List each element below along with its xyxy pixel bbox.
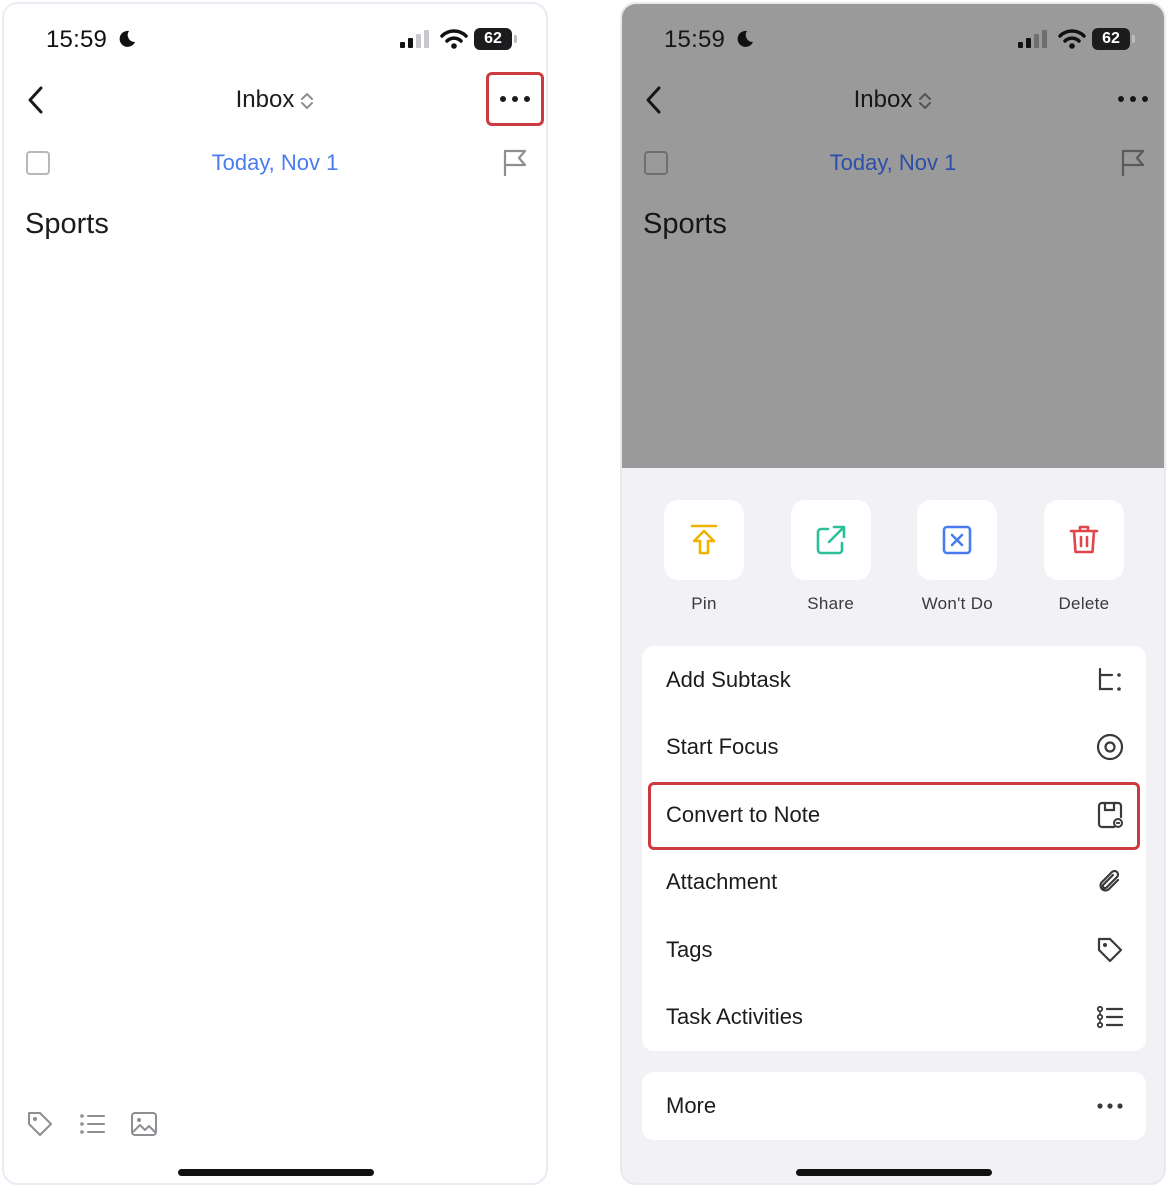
flag-icon[interactable]: [502, 148, 530, 178]
chevron-up-down-icon: [301, 92, 314, 109]
ellipsis-icon: [1118, 96, 1148, 102]
chevron-up-down-icon: [919, 92, 932, 109]
menu-item-attachment[interactable]: Attachment: [642, 849, 1146, 917]
wont-do-action[interactable]: Won't Do: [897, 500, 1017, 614]
wont-do-label: Won't Do: [921, 594, 994, 613]
list-selector[interactable]: Inbox: [4, 86, 546, 114]
menu-item-convert-to-note[interactable]: Convert to Note: [642, 781, 1146, 849]
menu-item-start-focus[interactable]: Start Focus: [642, 714, 1146, 782]
nav-title: Inbox: [853, 86, 913, 113]
more-options-button[interactable]: [486, 72, 544, 126]
delete-action[interactable]: Delete: [1024, 500, 1144, 614]
menu-item-label: Start Focus: [666, 734, 779, 760]
options-bottom-sheet: Pin Share Won't Do Delete Add Subtask St…: [622, 468, 1164, 1183]
subtask-icon: [1098, 667, 1121, 691]
menu-item-label: Task Activities: [666, 1004, 803, 1030]
wifi-icon: [1058, 29, 1086, 49]
menu-item-label: Tags: [666, 936, 713, 962]
note-icon: [1097, 801, 1123, 828]
cellular-signal-icon: [400, 30, 429, 48]
paperclip-icon: [1099, 870, 1120, 892]
status-time: 15:59: [664, 26, 726, 53]
battery-indicator: 62: [474, 28, 517, 50]
flag-icon: [1121, 149, 1145, 176]
menu-item-label: Attachment: [666, 869, 778, 895]
menu-item-task-activities[interactable]: Task Activities: [642, 984, 1146, 1052]
share-action-tile[interactable]: [790, 500, 871, 580]
share-action[interactable]: Share: [771, 500, 891, 614]
moon-icon: [119, 30, 135, 47]
share-icon: [816, 525, 845, 555]
nav-title: Inbox: [235, 86, 295, 113]
wont-do-action-tile[interactable]: [917, 500, 998, 580]
cellular-signal-icon: [1018, 30, 1047, 48]
task-title: Sports: [643, 208, 727, 240]
menu-item-label: Add Subtask: [666, 666, 791, 692]
editor-toolbar: [26, 1110, 158, 1138]
activity-list-icon: [1096, 1006, 1124, 1029]
checklist-icon[interactable]: [78, 1110, 106, 1138]
wifi-icon: [440, 29, 468, 49]
due-date: Today, Nov 1: [829, 150, 957, 175]
image-icon[interactable]: [130, 1110, 158, 1138]
phone-screen-task-detail: 15:59 62 Inbox Today, Nov 1 Sports: [2, 2, 548, 1185]
wont-do-icon: [943, 525, 972, 555]
trash-icon: [1069, 525, 1099, 554]
battery-indicator: 62: [1092, 28, 1135, 50]
phone-screen-options-sheet: 15:59 62 Inbox Today, Nov 1 Sports Pin S…: [620, 2, 1166, 1185]
due-date[interactable]: Today, Nov 1: [4, 150, 546, 176]
pin-action-tile[interactable]: [664, 500, 744, 580]
moon-icon: [737, 30, 753, 47]
task-title[interactable]: Sports: [25, 208, 109, 241]
home-indicator: [796, 1169, 992, 1176]
focus-icon: [1096, 734, 1124, 761]
quick-actions: Pin Share Won't Do Delete: [644, 500, 1144, 614]
delete-action-tile[interactable]: [1043, 500, 1124, 580]
menu-item-tags[interactable]: Tags: [642, 916, 1146, 984]
menu-item-add-subtask[interactable]: Add Subtask: [642, 646, 1146, 714]
task-detail-screen: 15:59 62 Inbox Today, Nov 1 Sports: [4, 4, 546, 1183]
pin-action[interactable]: Pin: [644, 500, 764, 614]
tag-icon[interactable]: [26, 1110, 54, 1138]
ellipsis-icon: [500, 96, 530, 102]
options-menu: Add Subtask Start Focus Convert to Note …: [642, 646, 1146, 1051]
home-indicator: [178, 1169, 374, 1176]
menu-item-label: More: [666, 1093, 717, 1118]
pin-icon: [690, 524, 718, 555]
share-label: Share: [807, 594, 855, 613]
delete-label: Delete: [1058, 594, 1110, 613]
status-time: 15:59: [46, 26, 108, 53]
ellipsis-icon: [1097, 1103, 1123, 1109]
list-selector: Inbox: [622, 86, 1164, 114]
dimmed-task-detail[interactable]: 15:59 62 Inbox Today, Nov 1 Sports: [622, 4, 1164, 468]
more-options-button: [1104, 72, 1162, 126]
tag-icon: [1097, 937, 1123, 962]
pin-label: Pin: [691, 594, 717, 613]
menu-item-more[interactable]: More: [642, 1072, 1146, 1140]
menu-item-label: Convert to Note: [666, 801, 821, 827]
